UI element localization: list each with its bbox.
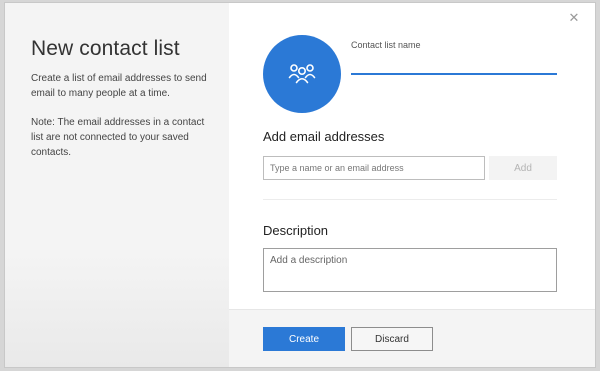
contact-list-avatar[interactable] <box>263 35 341 113</box>
description-heading: Description <box>263 223 329 238</box>
contact-list-name-input[interactable] <box>351 53 557 75</box>
new-contact-list-dialog: New contact list Create a list of email … <box>4 2 596 368</box>
dialog-note: Note: The email addresses in a contact l… <box>31 117 205 158</box>
email-input[interactable] <box>263 156 485 180</box>
create-button[interactable]: Create <box>263 327 345 351</box>
add-email-heading: Add email addresses <box>263 129 385 144</box>
close-icon[interactable]: ✕ <box>567 11 581 25</box>
info-panel-shade <box>5 253 229 367</box>
discard-button[interactable]: Discard <box>351 327 433 351</box>
description-field[interactable] <box>263 248 557 292</box>
group-icon <box>288 64 316 84</box>
dialog-title: New contact list <box>31 37 180 60</box>
add-button[interactable]: Add <box>489 156 557 180</box>
contact-list-name-label: Contact list name <box>351 40 421 50</box>
dialog-description: Create a list of email addresses to send… <box>31 73 207 99</box>
section-divider <box>263 199 557 200</box>
